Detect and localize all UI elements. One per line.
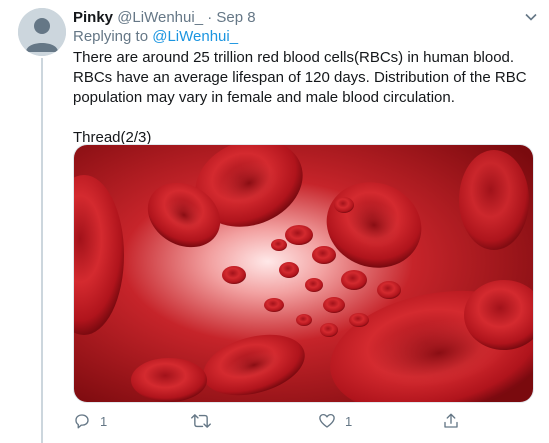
like-count: 1	[345, 413, 353, 429]
share-icon	[444, 413, 458, 428]
tweet-actions: 1 1	[73, 410, 533, 434]
retweet-icon	[191, 414, 211, 428]
replying-to: Replying to @LiWenhui_	[73, 28, 238, 45]
like-icon	[319, 413, 335, 428]
retweet-button[interactable]	[191, 410, 220, 432]
like-button[interactable]: 1	[318, 410, 352, 432]
author-handle[interactable]: @LiWenhui_	[117, 9, 203, 26]
avatar[interactable]	[18, 8, 66, 56]
replying-to-label: Replying to	[73, 28, 149, 45]
share-button[interactable]	[442, 410, 469, 432]
tweet-text: There are around 25 trillion red blood c…	[73, 48, 533, 148]
tweet-date[interactable]: Sep 8	[216, 9, 255, 26]
reply-icon	[75, 414, 89, 429]
tweet-media-image[interactable]	[73, 144, 534, 403]
tweet-header: Pinky @LiWenhui_ · Sep 8	[73, 9, 256, 26]
red-blood-cells-image	[74, 145, 533, 402]
dot-separator: ·	[207, 9, 213, 26]
tweet-text-paragraph: There are around 25 trillion red blood c…	[73, 49, 527, 106]
replying-to-handle-link[interactable]: @LiWenhui_	[152, 28, 238, 45]
author-name[interactable]: Pinky	[73, 9, 113, 26]
avatar-placeholder-icon	[18, 8, 66, 56]
caret-down-icon[interactable]	[524, 10, 538, 24]
thread-connector-line	[41, 58, 43, 443]
reply-button[interactable]: 1	[73, 410, 107, 432]
reply-count: 1	[100, 413, 108, 429]
